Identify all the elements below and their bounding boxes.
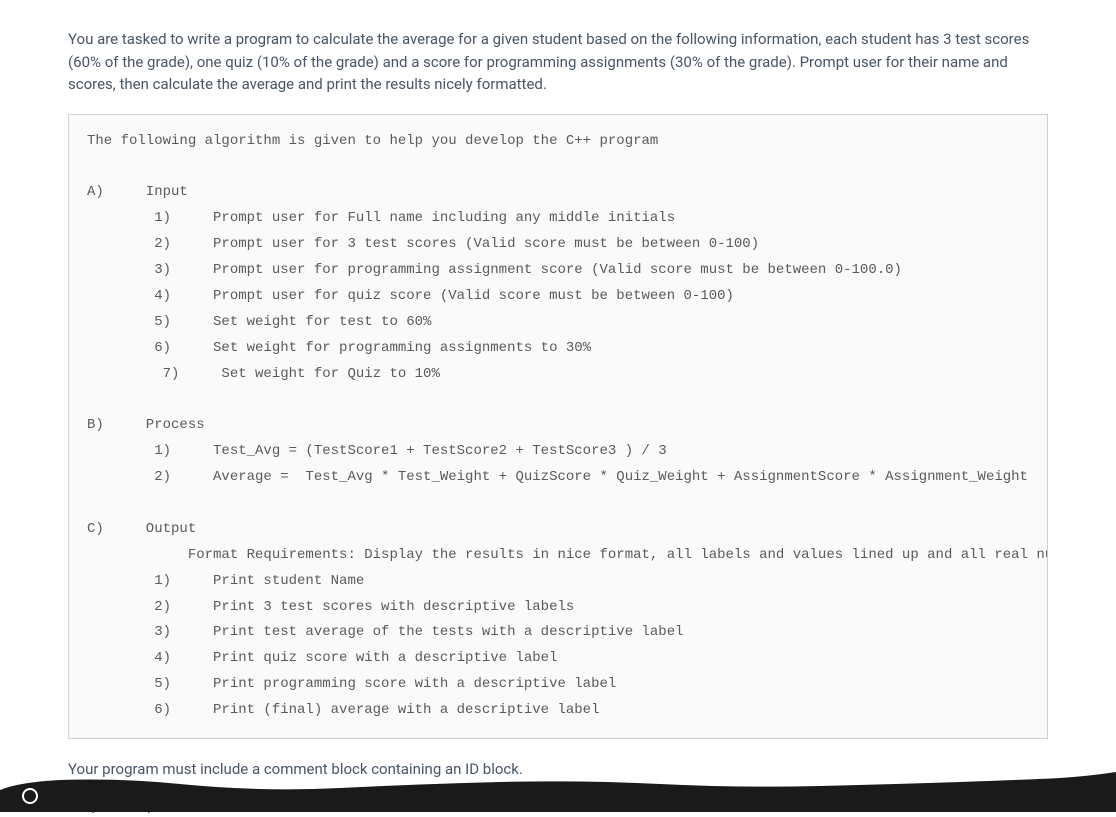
problem-intro: You are tasked to write a program to cal…: [68, 28, 1048, 96]
circle-icon: [22, 788, 38, 804]
algorithm-code-block: The following algorithm is given to help…: [68, 114, 1048, 739]
bottom-torn-edge: [0, 762, 1116, 812]
